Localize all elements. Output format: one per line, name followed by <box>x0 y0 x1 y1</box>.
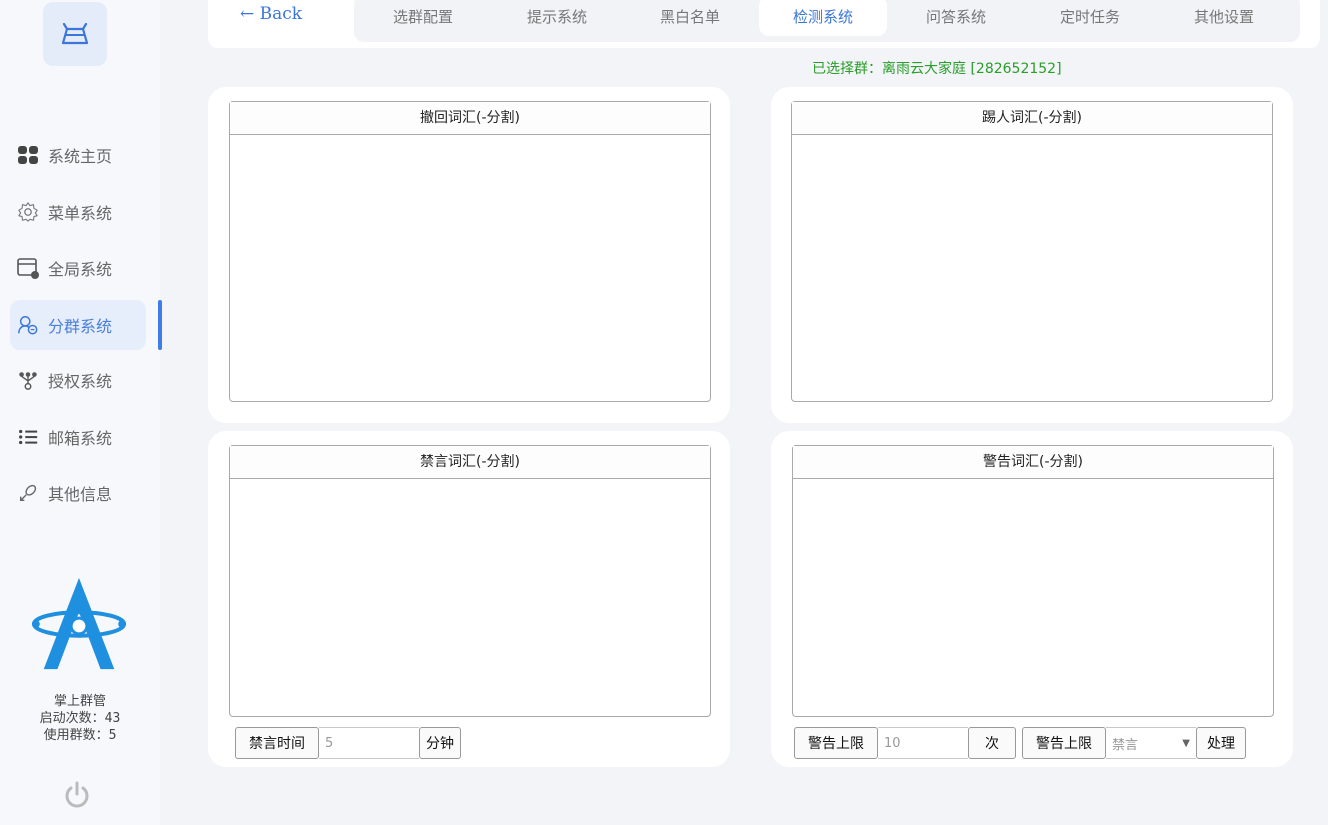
tab-detection[interactable]: 检测系统 <box>759 0 887 36</box>
warn-limit-input[interactable]: 10 <box>878 727 968 759</box>
warn-limit-label: 警告上限 <box>794 727 878 759</box>
sidebar-item-mail[interactable]: 邮箱系统 <box>10 412 146 462</box>
tab-tips[interactable]: 提示系统 <box>493 0 621 36</box>
warn-action-value: 禁言 <box>1112 737 1139 753</box>
mute-words-title: 禁言词汇(-分割) <box>230 446 710 479</box>
tab-qa[interactable]: 问答系统 <box>892 0 1020 36</box>
android-icon <box>61 23 89 45</box>
warn-words-textarea[interactable] <box>793 479 1273 716</box>
kick-words-box: 踢人词汇(-分割) <box>791 101 1273 402</box>
mute-time-label: 禁言时间 <box>235 727 319 759</box>
brand-logo <box>31 577 127 670</box>
window-icon <box>16 256 40 280</box>
tab-other-settings[interactable]: 其他设置 <box>1160 0 1288 36</box>
back-button[interactable]: ← Back <box>240 4 302 28</box>
sidebar-item-label: 其他信息 <box>48 485 113 504</box>
branch-icon <box>16 368 40 392</box>
mute-time-row: 禁言时间 5 分钟 <box>235 727 461 759</box>
grid-icon <box>16 143 40 167</box>
warn-action-select[interactable]: 禁言 ▼ <box>1106 727 1196 759</box>
warn-action-row: 警告上限 禁言 ▼ 处理 <box>1022 727 1246 759</box>
sidebar-item-group[interactable]: 分群系统 <box>10 300 146 350</box>
sidebar-item-label: 邮箱系统 <box>48 429 113 448</box>
sidebar-item-label: 菜单系统 <box>48 204 113 223</box>
warn-action-label: 警告上限 <box>1022 727 1106 759</box>
sidebar-item-auth[interactable]: 授权系统 <box>10 355 146 405</box>
kick-words-title: 踢人词汇(-分割) <box>792 102 1272 135</box>
mute-time-input[interactable]: 5 <box>319 727 419 759</box>
sidebar-item-menu[interactable]: 菜单系统 <box>10 187 146 237</box>
chevron-down-icon: ▼ <box>1182 737 1190 749</box>
kick-words-textarea[interactable] <box>792 135 1272 401</box>
tab-schedule[interactable]: 定时任务 <box>1026 0 1154 36</box>
gear-icon <box>16 200 40 224</box>
sidebar-item-label: 系统主页 <box>48 147 113 166</box>
app-logo[interactable] <box>43 2 107 66</box>
sidebar: 系统主页 菜单系统 全局系统 分群系统 授权系统 邮箱系统 其他信息 掌上群管 … <box>0 0 160 825</box>
sidebar-item-info[interactable]: 其他信息 <box>10 468 146 518</box>
mute-words-box: 禁言词汇(-分割) <box>229 445 711 717</box>
tab-group-config[interactable]: 选群配置 <box>359 0 487 36</box>
warn-words-title: 警告词汇(-分割) <box>793 446 1273 479</box>
active-indicator <box>158 300 162 350</box>
recall-words-title: 撤回词汇(-分割) <box>230 102 710 135</box>
process-button[interactable]: 处理 <box>1196 727 1246 759</box>
sidebar-item-home[interactable]: 系统主页 <box>10 130 146 180</box>
selected-group-label: 已选择群：离雨云大家庭 [282652152] <box>812 61 1062 77</box>
group-count: 使用群数：5 <box>43 728 117 743</box>
mute-words-textarea[interactable] <box>230 479 710 716</box>
recall-words-textarea[interactable] <box>230 135 710 401</box>
link-icon <box>16 481 40 505</box>
warn-limit-unit: 次 <box>968 727 1016 759</box>
list-icon <box>16 425 40 449</box>
sidebar-item-label: 全局系统 <box>48 260 113 279</box>
sidebar-item-label: 分群系统 <box>48 317 113 336</box>
group-icon <box>16 313 40 337</box>
warn-words-box: 警告词汇(-分割) <box>792 445 1274 717</box>
sidebar-item-global[interactable]: 全局系统 <box>10 243 146 293</box>
sidebar-item-label: 授权系统 <box>48 372 113 391</box>
recall-words-box: 撤回词汇(-分割) <box>229 101 711 402</box>
power-icon[interactable] <box>62 780 92 810</box>
warn-limit-row: 警告上限 10 次 <box>794 727 1016 759</box>
tab-blacklist[interactable]: 黑白名单 <box>626 0 754 36</box>
mute-unit-label: 分钟 <box>419 727 461 759</box>
